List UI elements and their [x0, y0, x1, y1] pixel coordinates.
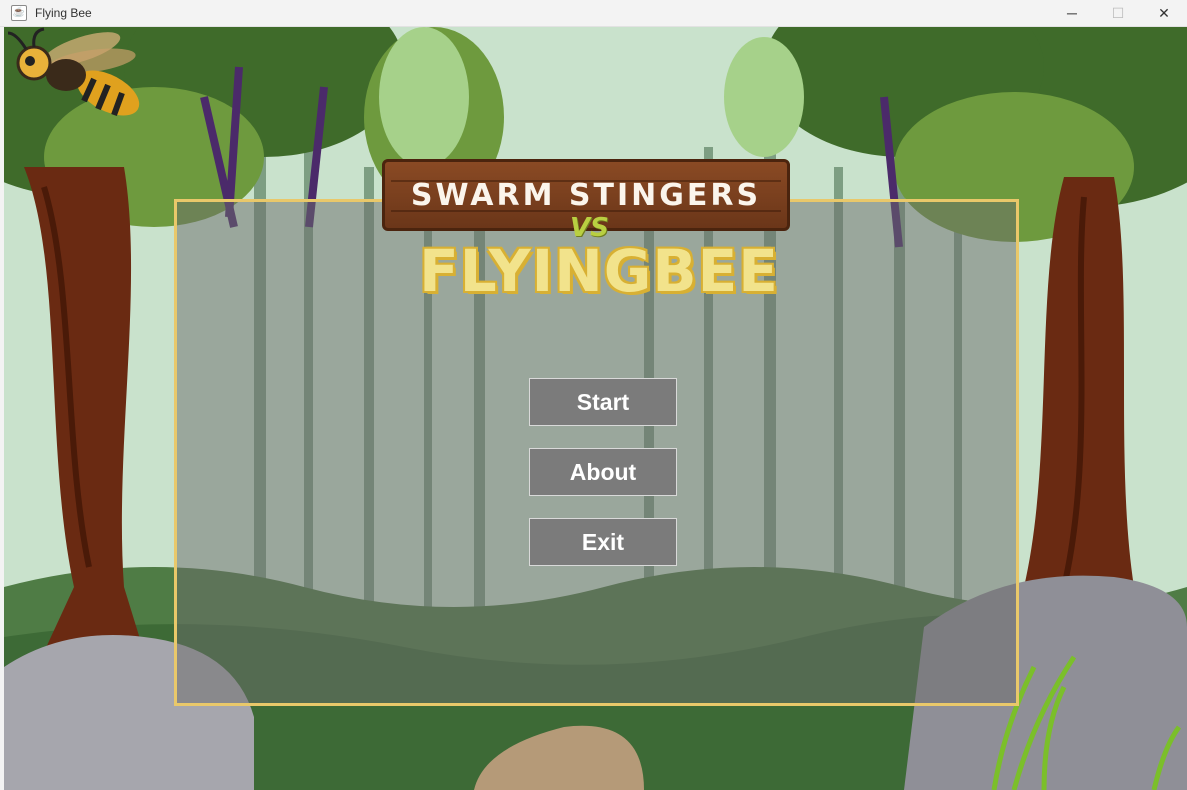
window-title: Flying Bee — [35, 6, 92, 20]
minimize-button[interactable]: ─ — [1049, 0, 1095, 26]
java-app-icon: ☕ — [11, 5, 27, 21]
start-button[interactable]: Start — [529, 378, 677, 426]
maximize-button[interactable]: ☐ — [1095, 0, 1141, 26]
game-logo: SWARM STINGERS VS FLYINGBEE — [374, 155, 824, 315]
window-titlebar: ☕ Flying Bee ─ ☐ ✕ — [0, 0, 1187, 27]
bee-icon — [7, 27, 140, 117]
about-button[interactable]: About — [529, 448, 677, 496]
exit-button[interactable]: Exit — [529, 518, 677, 566]
close-button[interactable]: ✕ — [1141, 0, 1187, 26]
window-controls: ─ ☐ ✕ — [1049, 0, 1187, 26]
logo-top-text: SWARM STINGERS — [410, 177, 762, 213]
forest-background: SWARM STINGERS VS FLYINGBEE Start About … — [4, 27, 1187, 790]
logo-main-text: FLYINGBEE — [419, 237, 779, 305]
